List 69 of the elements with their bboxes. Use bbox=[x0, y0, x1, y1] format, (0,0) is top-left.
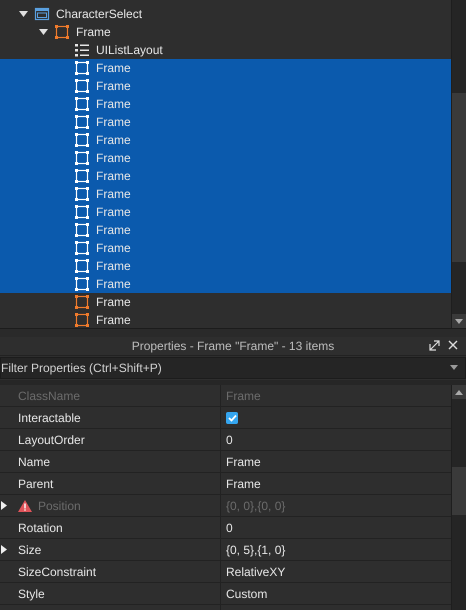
frame-icon bbox=[74, 168, 90, 184]
property-value[interactable]: Custom bbox=[226, 586, 268, 600]
frame-icon bbox=[74, 96, 90, 112]
tree-item[interactable]: Frame bbox=[0, 113, 451, 131]
tree-item[interactable]: Frame bbox=[0, 275, 451, 293]
property-value[interactable]: 0 bbox=[226, 432, 233, 446]
tree-item[interactable]: Frame bbox=[0, 311, 451, 328]
property-name: Parent bbox=[18, 476, 54, 490]
property-name: Position bbox=[38, 498, 81, 512]
scrollbar[interactable] bbox=[451, 385, 466, 610]
tree-item[interactable]: Frame bbox=[0, 257, 451, 275]
property-value[interactable]: Frame bbox=[226, 454, 261, 468]
frame-icon bbox=[74, 258, 90, 274]
warning-icon bbox=[18, 500, 32, 512]
tree-item[interactable]: Frame bbox=[0, 293, 451, 311]
tree-item[interactable]: Frame bbox=[0, 239, 451, 257]
frame-icon bbox=[74, 186, 90, 202]
expand-icon[interactable] bbox=[1, 545, 7, 554]
frame-icon bbox=[74, 276, 90, 292]
tree-item[interactable]: Frame bbox=[0, 59, 451, 77]
frame-icon bbox=[74, 204, 90, 220]
scroll-down-icon[interactable] bbox=[455, 318, 463, 324]
checkbox[interactable] bbox=[226, 412, 238, 424]
frame-icon bbox=[54, 24, 70, 40]
frame-icon bbox=[74, 312, 90, 328]
property-name: Style bbox=[18, 586, 45, 600]
tree-item[interactable]: CharacterSelect bbox=[0, 5, 451, 23]
frame-icon bbox=[74, 222, 90, 238]
tree-item[interactable]: Frame bbox=[0, 167, 451, 185]
property-value[interactable]: 0 bbox=[226, 520, 233, 534]
frame-icon bbox=[74, 114, 90, 130]
window-icon bbox=[34, 6, 50, 22]
tree-item[interactable]: Frame bbox=[0, 221, 451, 239]
tree-item[interactable]: Frame bbox=[0, 23, 451, 41]
frame-icon bbox=[74, 240, 90, 256]
list-icon bbox=[74, 42, 90, 58]
tree-item[interactable]: Frame bbox=[0, 77, 451, 95]
property-name: Name bbox=[18, 454, 50, 468]
panel-title: Properties - Frame "Frame" - 13 items bbox=[132, 339, 334, 353]
scroll-thumb[interactable] bbox=[452, 467, 466, 515]
property-name: SizeConstraint bbox=[18, 564, 96, 578]
property-name: Interactable bbox=[18, 410, 81, 424]
tree-item[interactable]: UIListLayout bbox=[0, 41, 451, 59]
property-name: Size bbox=[18, 542, 42, 556]
property-name: ClassName bbox=[18, 388, 80, 402]
tree-item[interactable]: Frame bbox=[0, 95, 451, 113]
property-value[interactable]: RelativeXY bbox=[226, 564, 286, 578]
tree-item[interactable]: Frame bbox=[0, 131, 451, 149]
scroll-thumb[interactable] bbox=[452, 93, 466, 262]
frame-icon bbox=[74, 294, 90, 310]
filter-field[interactable]: Filter Properties (Ctrl+Shift+P) bbox=[0, 357, 466, 379]
frame-icon bbox=[74, 60, 90, 76]
tree-item[interactable]: Frame bbox=[0, 149, 451, 167]
property-name: LayoutOrder bbox=[18, 432, 85, 446]
frame-icon bbox=[74, 78, 90, 94]
tree-item[interactable]: Frame bbox=[0, 203, 451, 221]
property-value[interactable]: Frame bbox=[226, 476, 261, 490]
tree-item[interactable]: Frame bbox=[0, 185, 451, 203]
caret-down-icon[interactable] bbox=[18, 10, 28, 18]
close-icon[interactable] bbox=[448, 340, 458, 350]
scroll-up-icon[interactable] bbox=[455, 390, 463, 394]
frame-icon bbox=[74, 132, 90, 148]
caret-down-icon[interactable] bbox=[38, 28, 48, 36]
property-value[interactable]: {0, 5},{1, 0} bbox=[226, 542, 286, 556]
undock-icon[interactable] bbox=[429, 340, 440, 351]
frame-icon bbox=[74, 150, 90, 166]
property-name: Rotation bbox=[18, 520, 63, 534]
dropdown-icon[interactable] bbox=[450, 365, 458, 370]
scrollbar[interactable] bbox=[451, 0, 466, 328]
